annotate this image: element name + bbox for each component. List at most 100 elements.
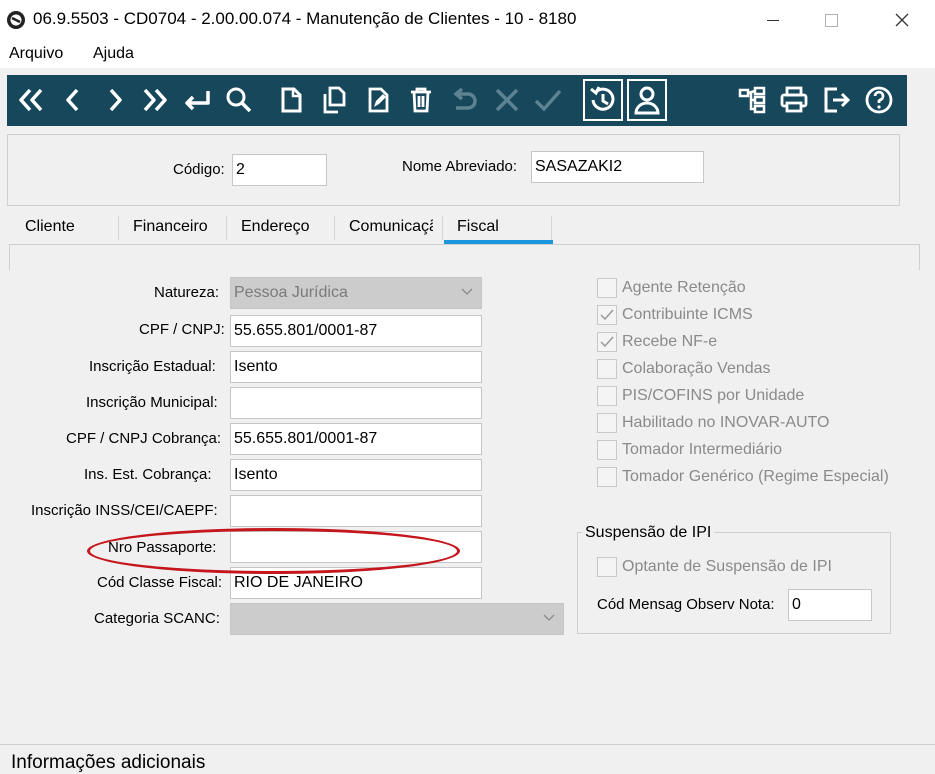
footer-divider bbox=[0, 744, 935, 745]
new-icon[interactable] bbox=[275, 84, 307, 116]
tab-endereco[interactable]: Endereço bbox=[241, 218, 310, 236]
checkbox-optante-ipi[interactable]: Optante de Suspensão de IPI bbox=[597, 556, 832, 578]
tab-separator bbox=[551, 216, 552, 240]
cancel-icon bbox=[491, 84, 523, 116]
tab-financeiro[interactable]: Financeiro bbox=[133, 218, 208, 236]
last-icon[interactable] bbox=[139, 84, 171, 116]
checkbox-box[interactable] bbox=[597, 386, 617, 406]
checkbox-box[interactable] bbox=[597, 359, 617, 379]
ins-est-cobranca-field[interactable]: Isento bbox=[230, 459, 482, 491]
cpf-cnpj-label: CPF / CNPJ: bbox=[139, 321, 225, 338]
checkbox-box[interactable] bbox=[597, 413, 617, 433]
checkbox-label: Optante de Suspensão de IPI bbox=[622, 558, 832, 575]
ins-est-cobranca-label: Ins. Est. Cobrança: bbox=[84, 466, 212, 483]
checkbox-tomador-intermediario[interactable]: Tomador Intermediário bbox=[597, 439, 782, 461]
chevron-down-icon bbox=[461, 288, 473, 295]
checkbox-label: Agente Retenção bbox=[622, 279, 746, 296]
checkbox-box[interactable] bbox=[597, 305, 617, 325]
next-icon[interactable] bbox=[99, 84, 131, 116]
checkbox-contribuinte-icms[interactable]: Contribuinte ICMS bbox=[597, 304, 753, 326]
first-icon[interactable] bbox=[15, 84, 47, 116]
inscricao-inss-label: Inscrição INSS/CEI/CAEPF: bbox=[31, 502, 218, 519]
user-icon bbox=[634, 86, 660, 115]
inscricao-estadual-field[interactable]: Isento bbox=[230, 351, 482, 383]
natureza-select[interactable]: Pessoa Jurídica bbox=[230, 277, 482, 309]
categoria-scanc-label: Categoria SCANC: bbox=[94, 610, 220, 627]
natureza-value: Pessoa Jurídica bbox=[234, 284, 348, 301]
window-title: 06.9.5503 - CD0704 - 2.00.00.074 - Manut… bbox=[33, 9, 577, 28]
user-button[interactable] bbox=[627, 79, 667, 121]
highlight-annotation bbox=[87, 528, 460, 574]
categoria-scanc-select[interactable] bbox=[230, 603, 564, 635]
inscricao-estadual-label: Inscrição Estadual: bbox=[89, 358, 216, 375]
nome-abreviado-label: Nome Abreviado: bbox=[402, 158, 518, 175]
checkbox-box[interactable] bbox=[597, 557, 617, 577]
checkbox-label: Colaboração Vendas bbox=[622, 360, 771, 377]
minimize-icon bbox=[767, 20, 779, 21]
inscricao-municipal-field[interactable] bbox=[230, 387, 482, 419]
tab-separator bbox=[442, 216, 443, 240]
maximize-icon bbox=[824, 13, 838, 27]
undo-icon bbox=[448, 84, 480, 116]
checkbox-box[interactable] bbox=[597, 467, 617, 487]
checkmark-icon bbox=[600, 336, 614, 348]
help-icon[interactable] bbox=[863, 84, 895, 116]
checkbox-inovar-auto[interactable]: Habilitado no INOVAR-AUTO bbox=[597, 412, 829, 434]
nome-abreviado-field[interactable]: SASAZAKI2 bbox=[531, 151, 704, 183]
search-icon[interactable] bbox=[223, 84, 255, 116]
checkbox-box[interactable] bbox=[597, 278, 617, 298]
tree-icon[interactable] bbox=[736, 84, 768, 116]
title-bar: 06.9.5503 - CD0704 - 2.00.00.074 - Manut… bbox=[0, 0, 935, 40]
checkbox-colaboracao-vendas[interactable]: Colaboração Vendas bbox=[597, 358, 771, 380]
tab-fiscal[interactable]: Fiscal bbox=[457, 218, 499, 236]
tab-cliente[interactable]: Cliente bbox=[25, 218, 75, 236]
tab-bar: Cliente Financeiro Endereço Comunicaçã F… bbox=[0, 210, 935, 246]
checkbox-label: Contribuinte ICMS bbox=[622, 306, 753, 323]
menu-ajuda[interactable]: Ajuda bbox=[93, 45, 134, 63]
exit-icon[interactable] bbox=[821, 84, 853, 116]
checkbox-agente-retencao[interactable]: Agente Retenção bbox=[597, 277, 746, 299]
checkbox-label: Tomador Genérico (Regime Especial) bbox=[622, 468, 889, 485]
ipi-group-title: Suspensão de IPI bbox=[582, 524, 715, 542]
tab-separator bbox=[334, 216, 335, 240]
return-icon[interactable] bbox=[181, 84, 213, 116]
cpf-cnpj-field[interactable]: 55.655.801/0001-87 bbox=[230, 315, 482, 347]
print-icon[interactable] bbox=[778, 84, 810, 116]
checkbox-box[interactable] bbox=[597, 440, 617, 460]
menu-bar: Arquivo Ajuda bbox=[0, 40, 935, 68]
checkmark-icon bbox=[600, 309, 614, 321]
cpf-cnpj-cobranca-field[interactable]: 55.655.801/0001-87 bbox=[230, 423, 482, 455]
edit-icon[interactable] bbox=[362, 84, 394, 116]
toolbar bbox=[7, 75, 907, 126]
delete-icon[interactable] bbox=[405, 84, 437, 116]
codigo-label: Código: bbox=[173, 161, 225, 178]
copy-icon[interactable] bbox=[319, 84, 351, 116]
tab-separator bbox=[118, 216, 119, 240]
inscricao-inss-field[interactable] bbox=[230, 495, 482, 527]
history-button[interactable] bbox=[583, 79, 623, 121]
checkbox-tomador-generico[interactable]: Tomador Genérico (Regime Especial) bbox=[597, 466, 889, 488]
checkbox-label: Recebe NF-e bbox=[622, 333, 718, 350]
informacoes-adicionais-label[interactable]: Informações adicionais bbox=[11, 752, 205, 774]
menu-arquivo[interactable]: Arquivo bbox=[9, 45, 63, 63]
tab-comunicacao[interactable]: Comunicaçã bbox=[349, 218, 433, 236]
chevron-down-icon bbox=[543, 614, 555, 621]
tab-panel-border bbox=[9, 244, 920, 270]
checkbox-box[interactable] bbox=[597, 332, 617, 352]
checkbox-pis-cofins[interactable]: PIS/COFINS por Unidade bbox=[597, 385, 804, 407]
checkbox-label: Tomador Intermediário bbox=[622, 441, 783, 458]
inscricao-municipal-label: Inscrição Municipal: bbox=[86, 394, 218, 411]
confirm-icon bbox=[532, 84, 564, 116]
cod-mensag-label: Cód Mensag Observ Nota: bbox=[597, 596, 775, 613]
close-button[interactable] bbox=[879, 0, 925, 40]
prev-icon[interactable] bbox=[57, 84, 89, 116]
minimize-button[interactable] bbox=[750, 0, 796, 40]
cod-mensag-field[interactable]: 0 bbox=[788, 589, 872, 621]
cpf-cnpj-cobranca-label: CPF / CNPJ Cobrança: bbox=[66, 430, 222, 447]
codigo-field[interactable]: 2 bbox=[232, 154, 327, 186]
checkbox-label: Habilitado no INOVAR-AUTO bbox=[622, 414, 830, 431]
tab-separator bbox=[226, 216, 227, 240]
checkbox-recebe-nfe[interactable]: Recebe NF-e bbox=[597, 331, 717, 353]
maximize-button[interactable] bbox=[808, 0, 854, 40]
history-icon bbox=[590, 86, 615, 111]
